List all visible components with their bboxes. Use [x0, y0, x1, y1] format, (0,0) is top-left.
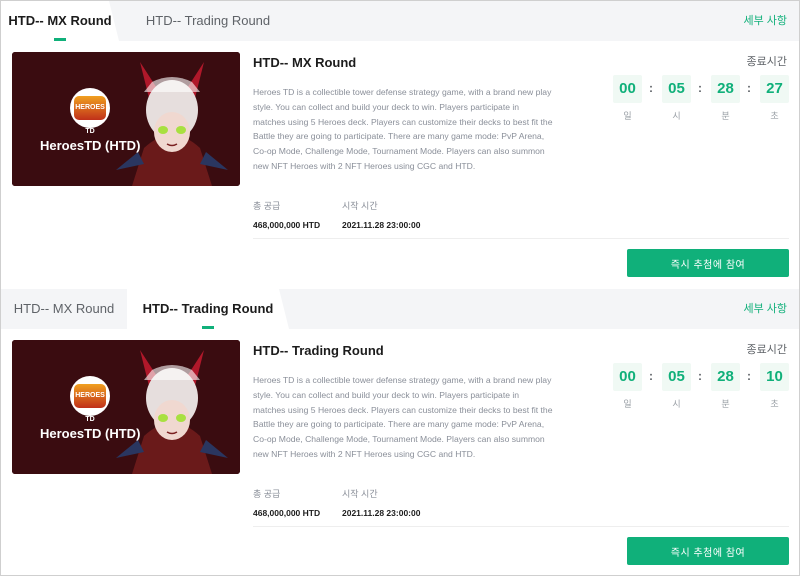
- divider: [253, 526, 789, 527]
- start-time-value: 2021.11.28 23:00:00: [342, 508, 421, 518]
- timer-separator: :: [649, 81, 653, 95]
- tab-label: HTD-- MX Round: [13, 301, 115, 316]
- timer-unit-hours: 시: [672, 399, 681, 409]
- tab-label: HTD-- MX Round: [8, 13, 112, 28]
- tab-trading-round[interactable]: HTD-- Trading Round: [119, 1, 297, 41]
- end-time-label: 종료시간: [746, 56, 787, 68]
- total-supply-label: 총 공급: [253, 201, 281, 211]
- timer-unit-hours: 시: [672, 111, 681, 121]
- timer-seconds: 27: [760, 75, 789, 103]
- round-title: HTD-- MX Round: [253, 55, 357, 70]
- round-tab-bar: HTD-- MX Round HTD-- Trading Round 세부 사항: [1, 289, 799, 329]
- details-link[interactable]: 세부 사항: [743, 289, 787, 329]
- join-draw-button[interactable]: 즉시 추첨에 참여: [627, 249, 789, 277]
- total-supply-value: 468,000,000 HTD: [253, 220, 321, 230]
- tab-mx-round[interactable]: HTD-- MX Round: [1, 1, 119, 41]
- hero-artwork: [12, 340, 240, 474]
- timer-seconds: 10: [760, 363, 789, 391]
- divider: [253, 238, 789, 239]
- active-tab-indicator: [54, 38, 66, 41]
- end-time-label: 종료시간: [746, 344, 787, 356]
- countdown-timer: 00 : 05 : 28 : 10 일 시 분 초: [613, 363, 789, 409]
- round-section-mx: HTD-- MX Round HTD-- Trading Round 세부 사항: [1, 1, 799, 289]
- timer-minutes: 28: [711, 75, 740, 103]
- round-description: Heroes TD is a collectible tower defense…: [253, 375, 553, 459]
- logo-badge: HEROES TD: [74, 384, 106, 423]
- start-time-label: 시작 시간: [342, 489, 378, 499]
- start-time: 시작 시간 2021.11.28 23:00:00: [342, 199, 420, 230]
- banner-project-name: HeroesTD (HTD): [40, 426, 141, 441]
- timer-unit-days: 일: [623, 111, 632, 121]
- timer-unit-seconds: 초: [770, 399, 779, 409]
- timer-hours: 05: [662, 75, 691, 103]
- timer-days: 00: [613, 75, 642, 103]
- total-supply-label: 총 공급: [253, 489, 281, 499]
- details-link[interactable]: 세부 사항: [743, 1, 787, 41]
- heroes-td-logo: HEROES TD: [70, 88, 110, 135]
- timer-separator: :: [747, 369, 751, 383]
- timer-hours: 05: [662, 363, 691, 391]
- tab-label: HTD-- Trading Round: [145, 13, 271, 28]
- start-time: 시작 시간 2021.11.28 23:00:00: [342, 487, 420, 518]
- join-draw-button[interactable]: 즉시 추첨에 참여: [627, 537, 789, 565]
- tab-label: HTD-- Trading Round: [142, 301, 274, 316]
- tab-trading-round[interactable]: HTD-- Trading Round: [127, 289, 289, 329]
- timer-separator: :: [698, 81, 702, 95]
- active-tab-indicator: [202, 326, 214, 329]
- timer-unit-minutes: 분: [721, 111, 730, 121]
- tab-mx-round[interactable]: HTD-- MX Round: [1, 289, 127, 329]
- project-banner-image: HEROES TD HeroesTD (HTD): [12, 52, 240, 186]
- timer-separator: :: [698, 369, 702, 383]
- total-supply: 총 공급 468,000,000 HTD: [253, 199, 320, 230]
- banner-project-name: HeroesTD (HTD): [40, 138, 141, 153]
- timer-separator: :: [649, 369, 653, 383]
- timer-days: 00: [613, 363, 642, 391]
- round-tab-bar: HTD-- MX Round HTD-- Trading Round 세부 사항: [1, 1, 799, 41]
- total-supply: 총 공급 468,000,000 HTD: [253, 487, 320, 518]
- hero-artwork: [12, 52, 240, 186]
- round-section-trading: HTD-- MX Round HTD-- Trading Round 세부 사항: [1, 289, 799, 576]
- timer-separator: :: [747, 81, 751, 95]
- timer-unit-days: 일: [623, 399, 632, 409]
- start-time-value: 2021.11.28 23:00:00: [342, 220, 421, 230]
- timer-unit-seconds: 초: [770, 111, 779, 121]
- round-title: HTD-- Trading Round: [253, 343, 384, 358]
- logo-badge: HEROES TD: [74, 96, 106, 135]
- heroes-td-logo: HEROES TD: [70, 376, 110, 423]
- countdown-timer: 00 : 05 : 28 : 27 일 시 분 초: [613, 75, 789, 121]
- page-frame: HTD-- MX Round HTD-- Trading Round 세부 사항: [0, 0, 800, 576]
- timer-unit-minutes: 분: [721, 399, 730, 409]
- start-time-label: 시작 시간: [342, 201, 378, 211]
- total-supply-value: 468,000,000 HTD: [253, 508, 321, 518]
- project-banner-image: HEROES TD HeroesTD (HTD): [12, 340, 240, 474]
- round-description: Heroes TD is a collectible tower defense…: [253, 87, 553, 171]
- timer-minutes: 28: [711, 363, 740, 391]
